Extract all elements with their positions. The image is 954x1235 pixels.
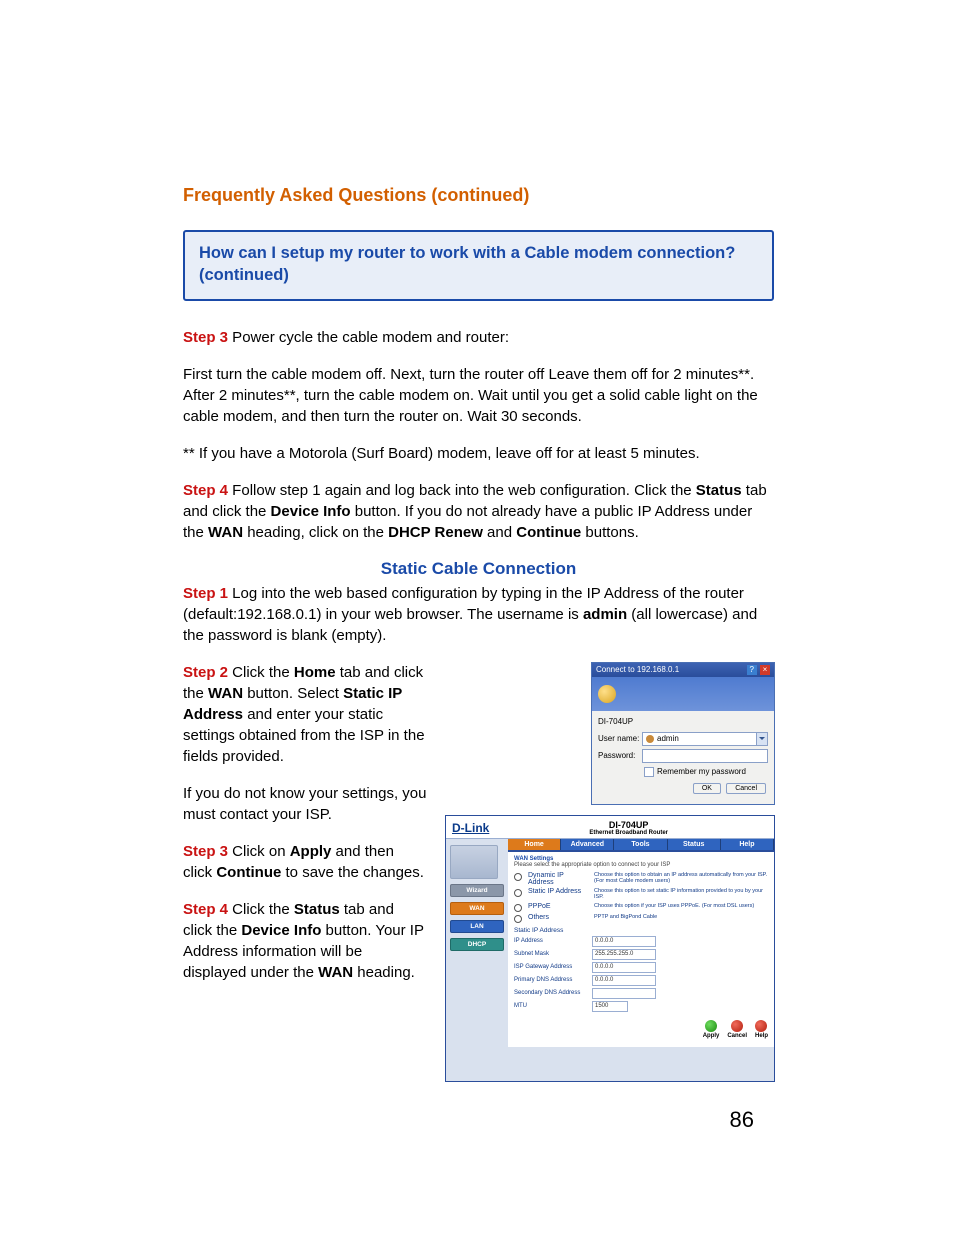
sc-step1-para: Step 1 Log into the web based configurat… [183,583,774,646]
check-icon [705,1020,717,1032]
help-icon[interactable]: ? [747,665,757,675]
login-dialog: Connect to 192.168.0.1 ? × DI-704UP User… [591,662,775,805]
password-label: Password: [598,751,642,760]
apply-button[interactable]: Apply [703,1020,720,1039]
step-label: Step 3 [183,329,228,346]
dlink-logo: D-Link [452,821,489,835]
step-label: Step 3 [183,843,228,860]
sc-step2-para: Step 2 Click the Home tab and click the … [183,662,427,767]
cancel-button[interactable]: Cancel [726,783,766,794]
help-icon [755,1020,767,1032]
username-label: User name: [598,734,642,743]
step-label: Step 1 [183,585,228,602]
power-cycle-para: First turn the cable modem off. Next, tu… [183,364,774,427]
section-title: Frequently Asked Questions (continued) [183,185,774,206]
nav-lan[interactable]: LAN [450,920,504,933]
ok-button[interactable]: OK [693,783,721,794]
router-admin-screenshot: D-Link DI-704UP Ethernet Broadband Route… [445,815,775,1082]
mask-input[interactable]: 255.255.255.0 [592,949,656,960]
tab-help[interactable]: Help [721,839,774,850]
x-icon [731,1020,743,1032]
mtu-input[interactable]: 1500 [592,1001,628,1012]
nav-wan[interactable]: WAN [450,902,504,915]
step3-line: Step 3 Power cycle the cable modem and r… [183,327,774,348]
dns2-input[interactable] [592,988,656,999]
static-ip-section: Static IP Address [514,927,768,934]
tab-home[interactable]: Home [508,839,561,850]
opt-pppoe[interactable]: PPPoE Choose this option if your ISP use… [514,903,768,912]
username-value: admin [657,734,679,743]
step4-para: Step 4 Follow step 1 again and log back … [183,480,774,543]
username-input[interactable]: admin [642,732,757,746]
sc-step4-para: Step 4 Click the Status tab and click th… [183,899,427,983]
router-footer [508,1047,774,1081]
radio-icon [514,889,522,897]
static-cable-title: Static Cable Connection [183,559,774,579]
nav-wizard[interactable]: Wizard [450,884,504,897]
sc-step3-para: Step 3 Click on Apply and then click Con… [183,841,427,883]
username-dropdown[interactable] [757,732,768,746]
checkbox-icon [644,767,654,777]
step-label: Step 4 [183,901,228,918]
device-thumbnail [450,845,498,879]
login-titlebar: Connect to 192.168.0.1 ? × [592,663,774,677]
wan-hint: WAN Settings Please select the appropria… [514,856,768,868]
radio-icon [514,915,522,923]
footnote-para: ** If you have a Motorola (Surf Board) m… [183,443,774,464]
question-box: How can I setup my router to work with a… [183,230,774,301]
login-device: DI-704UP [598,717,768,726]
help-button[interactable]: Help [755,1020,768,1039]
key-icon [598,685,616,703]
router-model: DI-704UP [489,820,768,830]
gateway-input[interactable]: 0.0.0.0 [592,962,656,973]
ip-input[interactable]: 0.0.0.0 [592,936,656,947]
dns1-input[interactable]: 0.0.0.0 [592,975,656,986]
tab-advanced[interactable]: Advanced [561,839,614,850]
router-model-sub: Ethernet Broadband Router [489,830,768,836]
cancel-button[interactable]: Cancel [727,1020,747,1039]
opt-static[interactable]: Static IP Address Choose this option to … [514,888,768,901]
nav-dhcp[interactable]: DHCP [450,938,504,951]
page-number: 86 [730,1107,754,1133]
login-title: Connect to 192.168.0.1 [596,665,679,674]
password-input[interactable] [642,749,768,763]
remember-label: Remember my password [657,767,746,776]
remember-checkbox[interactable]: Remember my password [644,767,768,777]
radio-icon [514,904,522,912]
step3-text: Power cycle the cable modem and router: [228,329,509,346]
step-label: Step 2 [183,664,228,681]
sc-step2-note: If you do not know your settings, you mu… [183,783,427,825]
tab-status[interactable]: Status [668,839,721,850]
opt-others[interactable]: Others PPTP and BigPond Cable [514,914,768,923]
tab-tools[interactable]: Tools [614,839,667,850]
user-icon [646,735,654,743]
login-banner [592,677,774,711]
radio-icon [514,873,522,881]
close-icon[interactable]: × [760,665,770,675]
opt-dynamic[interactable]: Dynamic IP Address Choose this option to… [514,872,768,886]
step-label: Step 4 [183,482,228,499]
